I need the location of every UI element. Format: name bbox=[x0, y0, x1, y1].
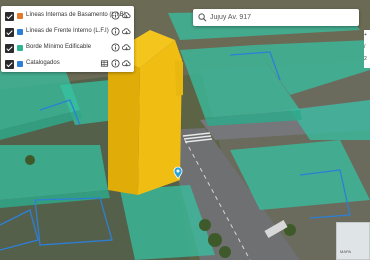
minimap[interactable]: MAPA bbox=[336, 222, 370, 260]
layer-checkbox[interactable] bbox=[5, 12, 14, 21]
layer-swatch bbox=[17, 45, 23, 51]
layer-row-borde[interactable]: Borde Mínimo Edificable bbox=[1, 41, 134, 56]
info-icon[interactable] bbox=[111, 59, 120, 68]
cloud-download-icon[interactable] bbox=[122, 27, 131, 36]
cloud-download-icon[interactable] bbox=[122, 11, 131, 20]
layer-row-lfi[interactable]: Líneas de Frente Interno (L.F.I) bbox=[1, 25, 134, 40]
info-icon[interactable] bbox=[111, 27, 120, 36]
info-icon[interactable] bbox=[111, 11, 120, 20]
tool-button[interactable]: / bbox=[364, 44, 365, 50]
tool-button[interactable]: 2 bbox=[364, 56, 367, 62]
table-icon[interactable] bbox=[100, 59, 109, 68]
layer-swatch bbox=[17, 13, 23, 19]
info-icon[interactable] bbox=[111, 43, 120, 52]
tool-button[interactable]: + bbox=[364, 32, 367, 38]
cloud-download-icon[interactable] bbox=[122, 43, 131, 52]
cloud-download-icon[interactable] bbox=[122, 59, 131, 68]
layer-swatch bbox=[17, 29, 23, 35]
layer-row-catalogados[interactable]: Catalogados bbox=[1, 57, 134, 72]
minimap-label: MAPA bbox=[340, 249, 352, 254]
address-search-box[interactable] bbox=[193, 9, 359, 26]
layer-row-lib[interactable]: Líneas Internas de Basamento (L.I.B) bbox=[1, 9, 134, 24]
layer-checkbox[interactable] bbox=[5, 60, 14, 69]
search-icon[interactable] bbox=[198, 13, 207, 22]
layer-label: Catalogados bbox=[26, 60, 60, 66]
layer-label: Borde Mínimo Edificable bbox=[26, 44, 92, 50]
map-toolstrip: + / 2 bbox=[364, 30, 370, 68]
layer-swatch bbox=[17, 61, 23, 67]
layers-panel: Líneas Internas de Basamento (L.I.B) Lín… bbox=[1, 6, 134, 72]
location-pin-icon[interactable] bbox=[173, 166, 183, 179]
layer-checkbox[interactable] bbox=[5, 28, 14, 37]
search-input[interactable] bbox=[210, 11, 350, 23]
layer-checkbox[interactable] bbox=[5, 44, 14, 53]
layer-label: Líneas de Frente Interno (L.F.I) bbox=[26, 28, 109, 34]
